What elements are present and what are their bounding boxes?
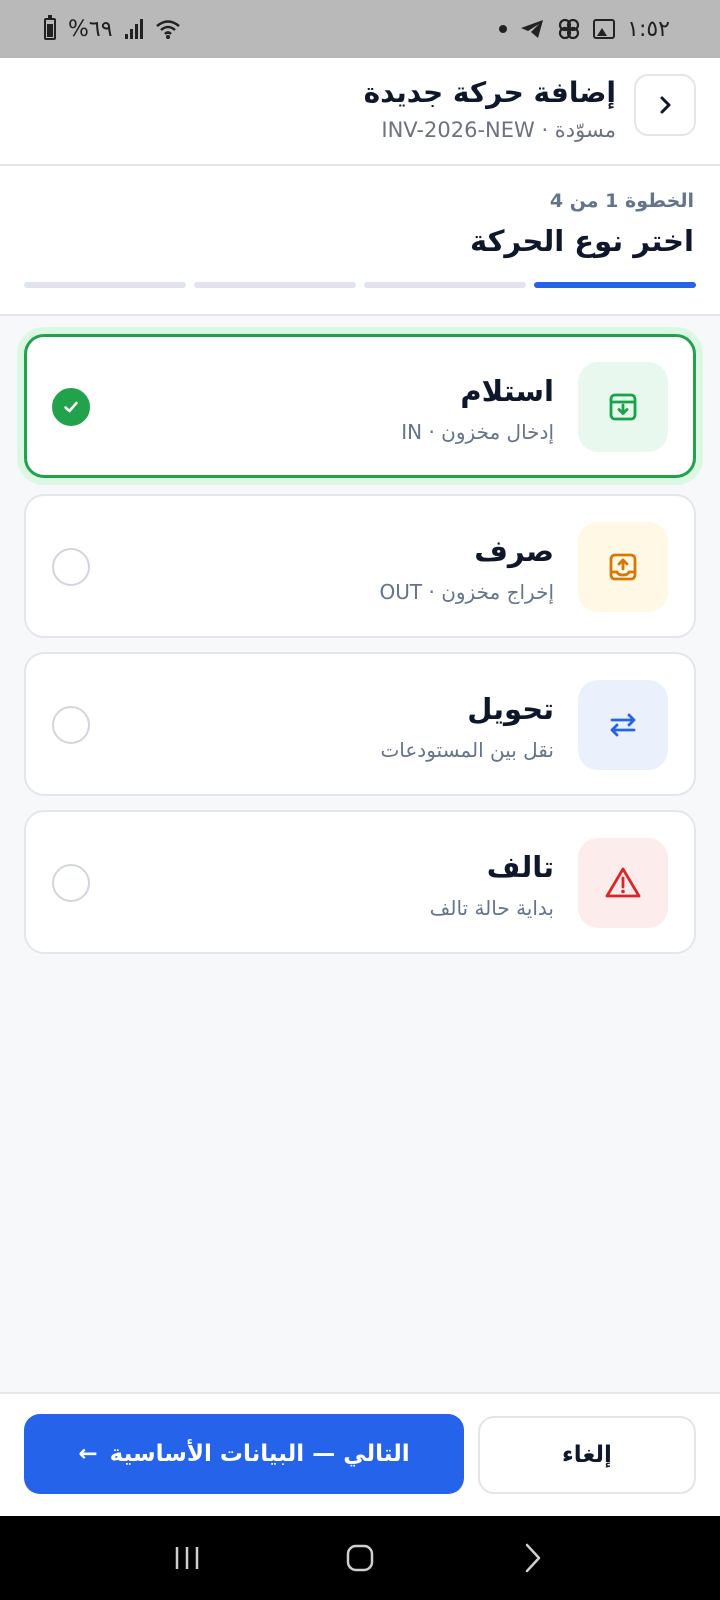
option-radio[interactable] xyxy=(52,864,90,902)
arrow-left-icon: ← xyxy=(78,1441,98,1467)
back-chevron-icon xyxy=(526,1543,541,1573)
battery-icon xyxy=(44,15,56,40)
notification-dot-icon xyxy=(499,25,508,33)
swap-arrows-icon xyxy=(610,713,636,737)
archive-down-icon xyxy=(609,393,637,421)
option-subtitle: إخراج مخزون · OUT xyxy=(379,580,554,604)
progress-segment xyxy=(24,282,186,288)
option-radio[interactable] xyxy=(52,548,90,586)
recents-icon xyxy=(175,1547,198,1569)
next-button[interactable]: التالي — البيانات الأساسية ← xyxy=(24,1414,464,1494)
clock: ١:٥٢ xyxy=(627,16,670,42)
page-subtitle: مسوّدة · INV-2026-NEW xyxy=(381,118,616,142)
home-button[interactable] xyxy=(330,1528,390,1588)
action-footer: إلغاء التالي — البيانات الأساسية ← xyxy=(0,1392,720,1516)
option-icon-tile xyxy=(578,680,668,770)
page-title: إضافة حركة جديدة xyxy=(363,76,616,109)
back-button[interactable] xyxy=(634,74,696,136)
option-icon-tile xyxy=(578,522,668,612)
pinwheel-icon xyxy=(559,18,580,40)
option-receive[interactable]: استلام إدخال مخزون · IN xyxy=(24,334,696,478)
recent-apps-button[interactable] xyxy=(157,1528,217,1588)
progress-segment xyxy=(194,282,356,288)
system-nav-bar xyxy=(0,1516,720,1600)
step-title: اختر نوع الحركة xyxy=(469,224,694,258)
check-icon xyxy=(64,401,78,413)
option-subtitle: نقل بين المستودعات xyxy=(380,738,554,762)
chevron-right-icon xyxy=(660,96,671,114)
app-header: إضافة حركة جديدة مسوّدة · INV-2026-NEW xyxy=(0,58,720,166)
step-counter: الخطوة 1 من 4 xyxy=(549,190,694,212)
home-icon xyxy=(346,1544,374,1572)
telegram-icon xyxy=(521,20,544,38)
status-bar: %٦٩ ١:٥٢ xyxy=(0,0,720,58)
progress-segment xyxy=(534,282,696,288)
back-nav-button[interactable] xyxy=(503,1528,563,1588)
option-subtitle: بداية حالة تالف xyxy=(429,896,554,920)
option-damaged[interactable]: تالف بداية حالة تالف xyxy=(24,810,696,954)
option-radio[interactable] xyxy=(52,388,90,426)
step-progress xyxy=(24,282,696,288)
option-title: استلام xyxy=(460,374,554,408)
signal-icon xyxy=(124,19,143,39)
tray-up-icon xyxy=(609,553,637,581)
warning-triangle-icon xyxy=(605,867,641,898)
step-section: الخطوة 1 من 4 اختر نوع الحركة xyxy=(0,166,720,316)
option-subtitle: إدخال مخزون · IN xyxy=(401,420,554,444)
option-title: تحويل xyxy=(467,692,554,726)
option-title: صرف xyxy=(474,534,554,568)
status-left: %٦٩ xyxy=(44,15,181,42)
status-right: ١:٥٢ xyxy=(499,17,670,42)
gallery-icon xyxy=(593,19,616,39)
wifi-icon xyxy=(155,20,180,39)
progress-segment xyxy=(364,282,526,288)
cancel-button[interactable]: إلغاء xyxy=(478,1416,696,1494)
option-icon-tile xyxy=(578,362,668,452)
option-icon-tile xyxy=(578,838,668,928)
next-button-label: التالي — البيانات الأساسية xyxy=(109,1441,410,1467)
option-issue[interactable]: صرف إخراج مخزون · OUT xyxy=(24,494,696,638)
battery-percentage: %٦٩ xyxy=(68,16,113,42)
option-transfer[interactable]: تحويل نقل بين المستودعات xyxy=(24,652,696,796)
option-radio[interactable] xyxy=(52,706,90,744)
option-title: تالف xyxy=(486,850,554,884)
